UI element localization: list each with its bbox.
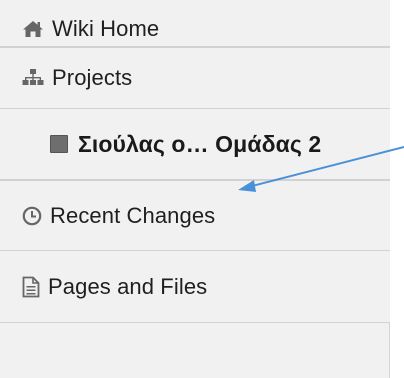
clock-icon	[22, 206, 42, 226]
nav-item-projects[interactable]: Projects	[0, 47, 390, 109]
nav-item-label: Wiki Home	[52, 15, 160, 41]
nav-item-label: Recent Changes	[50, 202, 216, 228]
nav-item-recent-changes[interactable]: Recent Changes	[0, 180, 390, 251]
home-icon	[22, 20, 44, 38]
nav-item-project-siulas[interactable]: Σιούλας ο… Ομάδας 2	[0, 109, 390, 180]
project-square-icon	[50, 135, 68, 153]
nav-item-label: Σιούλας ο… Ομάδας 2	[78, 130, 322, 157]
nav-item-label: Pages and Files	[48, 273, 208, 299]
nav-item-pages-and-files[interactable]: Pages and Files	[0, 251, 390, 323]
document-icon	[22, 276, 40, 298]
wiki-sidebar-nav: Wiki Home Projects Σιούλας ο… Ομάδας 2 R…	[0, 0, 390, 378]
sitemap-icon	[22, 68, 44, 88]
nav-item-wiki-home[interactable]: Wiki Home	[0, 0, 390, 47]
nav-item-label: Projects	[52, 65, 133, 90]
